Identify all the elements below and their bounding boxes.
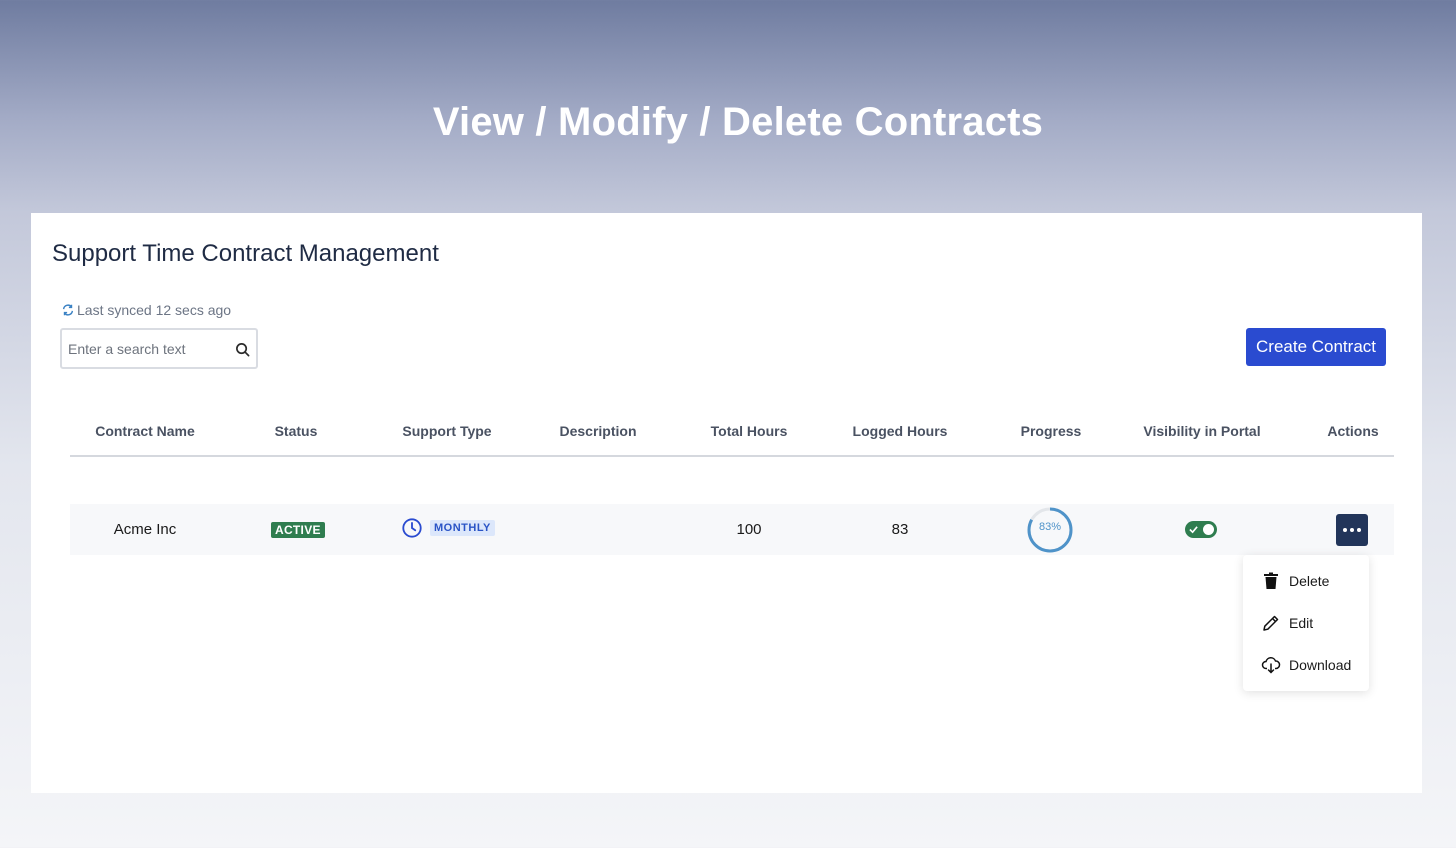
clock-icon	[402, 518, 422, 538]
actions-dropdown-menu: Delete Edit Download	[1243, 555, 1369, 691]
header-status[interactable]: Status	[221, 423, 371, 439]
more-actions-button[interactable]	[1336, 514, 1368, 546]
refresh-icon	[62, 304, 74, 316]
total-hours-cell: 100	[736, 521, 762, 538]
menu-item-delete[interactable]: Delete	[1261, 569, 1329, 593]
search-input[interactable]	[68, 339, 228, 359]
header-visibility[interactable]: Visibility in Portal	[1127, 423, 1277, 439]
menu-item-label: Delete	[1289, 573, 1330, 589]
support-type-badge: MONTHLY	[430, 520, 495, 536]
support-type-cell: MONTHLY	[401, 517, 495, 539]
trash-icon	[1264, 572, 1278, 589]
create-contract-button[interactable]: Create Contract	[1246, 328, 1386, 366]
toggle-knob	[1203, 524, 1214, 535]
status-badge: ACTIVE	[271, 522, 325, 538]
header-contract-name[interactable]: Contract Name	[70, 423, 220, 439]
page-title: Support Time Contract Management	[52, 240, 439, 267]
menu-item-download[interactable]: Download	[1261, 653, 1351, 677]
table-row[interactable]: Acme Inc ACTIVE MONTHLY 100 83 83%	[70, 504, 1394, 555]
more-dots-icon	[1357, 528, 1361, 532]
header-logged-hours[interactable]: Logged Hours	[825, 423, 975, 439]
menu-item-label: Download	[1289, 657, 1352, 673]
header-total-hours[interactable]: Total Hours	[674, 423, 824, 439]
header-description[interactable]: Description	[523, 423, 673, 439]
contracts-panel: Support Time Contract Management Last sy…	[31, 213, 1422, 793]
logged-hours-cell: 83	[891, 521, 909, 538]
menu-item-label: Edit	[1289, 615, 1314, 631]
search-icon[interactable]	[235, 342, 250, 357]
sync-text: Last synced 12 secs ago	[77, 302, 232, 318]
sync-status: Last synced 12 secs ago	[61, 302, 231, 318]
header-support-type[interactable]: Support Type	[372, 423, 522, 439]
contract-name-cell: Acme Inc	[113, 521, 177, 538]
check-icon	[1189, 526, 1198, 534]
pencil-icon	[1263, 615, 1279, 631]
portal-visibility-toggle[interactable]	[1185, 521, 1217, 538]
search-box[interactable]	[60, 328, 258, 369]
header-actions: Actions	[1327, 423, 1379, 439]
hero-title: View / Modify / Delete Contracts	[432, 100, 1044, 144]
header-progress[interactable]: Progress	[976, 423, 1126, 439]
more-dots-icon	[1343, 528, 1347, 532]
cloud-download-icon	[1261, 657, 1281, 674]
progress-ring: 83%	[1026, 506, 1074, 554]
menu-item-edit[interactable]: Edit	[1261, 611, 1313, 635]
more-dots-icon	[1350, 528, 1354, 532]
table-header: Contract Name Status Support Type Descri…	[70, 408, 1394, 457]
progress-label: 83%	[1038, 521, 1062, 533]
